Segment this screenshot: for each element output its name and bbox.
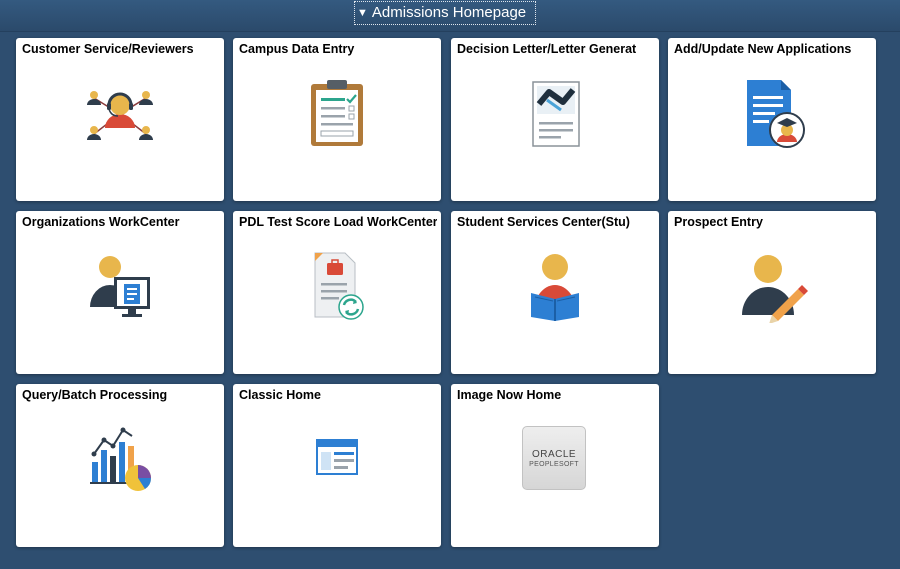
tile-customer-service-reviewers[interactable]: Customer Service/Reviewers <box>16 38 224 201</box>
tile-image-now-home[interactable]: Image Now Home ORACLE PEOPLESOFT <box>451 384 659 547</box>
tile-campus-data-entry[interactable]: Campus Data Entry <box>233 38 441 201</box>
tile-title: Customer Service/Reviewers <box>22 42 194 56</box>
tile-title: Image Now Home <box>457 388 562 402</box>
browser-window-icon <box>233 424 441 496</box>
tile-student-services-center[interactable]: Student Services Center(Stu) <box>451 211 659 374</box>
user-monitor-icon <box>16 251 224 323</box>
tile-classic-home[interactable]: Classic Home <box>233 384 441 547</box>
tile-title: Prospect Entry <box>674 215 763 229</box>
oracle-wordmark: ORACLE <box>531 448 577 460</box>
tile-query-batch-processing[interactable]: Query/Batch Processing <box>16 384 224 547</box>
graduate-document-icon <box>668 78 876 150</box>
clipboard-checklist-icon <box>233 78 441 150</box>
tile-title: Campus Data Entry <box>239 42 355 56</box>
tile-organizations-workcenter[interactable]: Organizations WorkCenter <box>16 211 224 374</box>
tile-add-update-new-applications[interactable]: Add/Update New Applications <box>668 38 876 201</box>
tile-title: Decision Letter/Letter Generat <box>457 42 637 56</box>
oracle-peoplesoft-logo-icon: ORACLE PEOPLESOFT <box>451 424 659 496</box>
tile-title: Add/Update New Applications <box>674 42 852 56</box>
document-refresh-icon <box>233 251 441 323</box>
tile-title: PDL Test Score Load WorkCenter <box>239 215 437 229</box>
triangle-down-icon: ▼ <box>357 7 368 19</box>
bar-line-pie-chart-icon <box>16 424 224 496</box>
homepage-selector[interactable]: ▼ Admissions Homepage <box>354 1 536 25</box>
peoplesoft-wordmark: PEOPLESOFT <box>529 460 579 468</box>
user-pencil-icon <box>668 251 876 323</box>
tile-decision-letter[interactable]: Decision Letter/Letter Generat <box>451 38 659 201</box>
tile-title: Classic Home <box>239 388 321 402</box>
handshake-document-icon <box>451 78 659 150</box>
homepage-title: Admissions Homepage <box>371 4 527 21</box>
student-reading-icon <box>451 251 659 323</box>
tile-title: Organizations WorkCenter <box>22 215 180 229</box>
tile-pdl-test-score-load[interactable]: PDL Test Score Load WorkCenter <box>233 211 441 374</box>
tile-title: Query/Batch Processing <box>22 388 168 402</box>
tile-title: Student Services Center(Stu) <box>457 215 630 229</box>
tile-prospect-entry[interactable]: Prospect Entry <box>668 211 876 374</box>
top-banner: ▼ Admissions Homepage <box>0 0 900 32</box>
support-network-icon <box>16 78 224 150</box>
